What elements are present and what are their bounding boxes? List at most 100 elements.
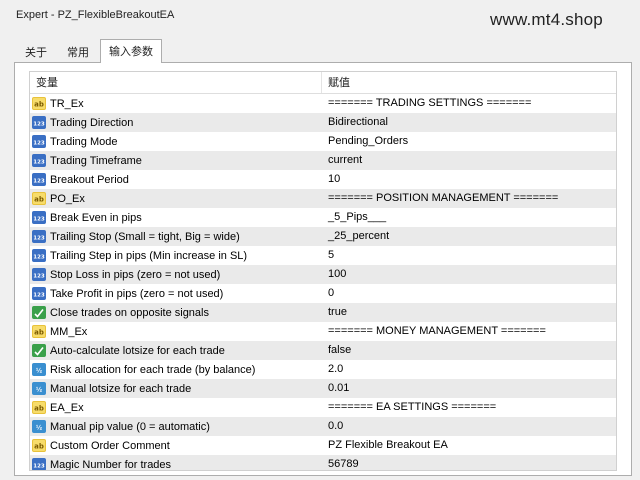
svg-text:½: ½ <box>36 368 42 375</box>
table-row[interactable]: 123 Trading Direction Bidirectional <box>30 113 616 132</box>
variable-name: PO_Ex <box>50 192 85 205</box>
value-cell[interactable]: 2.0 <box>322 360 616 379</box>
value-cell[interactable]: _25_percent <box>322 227 616 246</box>
table-row[interactable]: ½ Risk allocation for each trade (by bala… <box>30 360 616 379</box>
string-type-icon: ab <box>32 439 46 452</box>
parameters-table: 变量 赋值 ab TR_Ex ======= TRADING SETTINGS ==… <box>29 71 617 471</box>
string-type-icon: ab <box>32 401 46 414</box>
table-row[interactable]: 123 Magic Number for trades 56789 <box>30 455 616 470</box>
svg-text:½: ½ <box>36 387 42 394</box>
value-cell[interactable]: ======= POSITION MANAGEMENT ======= <box>322 189 616 208</box>
value-cell[interactable]: true <box>322 303 616 322</box>
table-row[interactable]: Auto-calculate lotsize for each trade fal… <box>30 341 616 360</box>
tab-bar: 关于 常用 输入参数 <box>16 38 164 63</box>
svg-text:123: 123 <box>33 122 45 128</box>
integer-type-icon: 123 <box>32 154 46 167</box>
variable-cell[interactable]: 123 Trading Mode <box>30 132 322 151</box>
svg-text:½: ½ <box>36 425 42 432</box>
svg-text:123: 123 <box>33 217 45 223</box>
variable-name: Breakout Period <box>50 173 129 186</box>
table-body: ab TR_Ex ======= TRADING SETTINGS ======= 1… <box>30 94 616 470</box>
variable-cell[interactable]: ab PO_Ex <box>30 189 322 208</box>
value-cell[interactable]: 0.0 <box>322 417 616 436</box>
variable-name: TR_Ex <box>50 97 84 110</box>
table-row[interactable]: ab MM_Ex ======= MONEY MANAGEMENT ======= <box>30 322 616 341</box>
table-row[interactable]: ab PO_Ex ======= POSITION MANAGEMENT =====… <box>30 189 616 208</box>
variable-cell[interactable]: 123 Magic Number for trades <box>30 455 322 470</box>
tab-common[interactable]: 常用 <box>58 42 98 62</box>
title-bar: Expert - PZ_FlexibleBreakoutEA www.mt4.s… <box>0 0 640 36</box>
integer-type-icon: 123 <box>32 211 46 224</box>
variable-cell[interactable]: ½ Manual lotsize for each trade <box>30 379 322 398</box>
integer-type-icon: 123 <box>32 116 46 129</box>
value-cell[interactable]: Pending_Orders <box>322 132 616 151</box>
table-row[interactable]: ½ Manual lotsize for each trade 0.01 <box>30 379 616 398</box>
value-cell[interactable]: 100 <box>322 265 616 284</box>
table-row[interactable]: 123 Stop Loss in pips (zero = not used) 10… <box>30 265 616 284</box>
variable-name: Auto-calculate lotsize for each trade <box>50 344 225 357</box>
integer-type-icon: 123 <box>32 268 46 281</box>
table-row[interactable]: 123 Take Profit in pips (zero = not used)… <box>30 284 616 303</box>
variable-name: Trading Mode <box>50 135 118 148</box>
value-cell[interactable]: 10 <box>322 170 616 189</box>
variable-name: EA_Ex <box>50 401 84 414</box>
table-row[interactable]: 123 Trailing Step in pips (Min increase i… <box>30 246 616 265</box>
double-type-icon: ½ <box>32 363 46 376</box>
variable-cell[interactable]: 123 Trading Direction <box>30 113 322 132</box>
value-cell[interactable]: ======= MONEY MANAGEMENT ======= <box>322 322 616 341</box>
table-row[interactable]: Close trades on opposite signals true <box>30 303 616 322</box>
tab-inputs[interactable]: 输入参数 <box>100 39 162 63</box>
variable-cell[interactable]: Auto-calculate lotsize for each trade <box>30 341 322 360</box>
variable-cell[interactable]: 123 Take Profit in pips (zero = not used) <box>30 284 322 303</box>
tab-about[interactable]: 关于 <box>16 42 56 62</box>
variable-cell[interactable]: 123 Trading Timeframe <box>30 151 322 170</box>
value-cell[interactable]: current <box>322 151 616 170</box>
table-row[interactable]: 123 Breakout Period 10 <box>30 170 616 189</box>
boolean-type-icon <box>32 344 46 357</box>
variable-name: Trading Direction <box>50 116 134 129</box>
column-header-variable[interactable]: 变量 <box>30 72 322 93</box>
column-header-value[interactable]: 赋值 <box>322 72 350 93</box>
variable-name: Manual lotsize for each trade <box>50 382 192 395</box>
table-row[interactable]: 123 Break Even in pips _5_Pips___ <box>30 208 616 227</box>
double-type-icon: ½ <box>32 382 46 395</box>
value-cell[interactable]: 5 <box>322 246 616 265</box>
variable-cell[interactable]: ab EA_Ex <box>30 398 322 417</box>
boolean-type-icon <box>32 306 46 319</box>
table-row[interactable]: ab TR_Ex ======= TRADING SETTINGS ======= <box>30 94 616 113</box>
value-cell[interactable]: PZ Flexible Breakout EA <box>322 436 616 455</box>
variable-name: Trading Timeframe <box>50 154 142 167</box>
table-row[interactable]: 123 Trailing Stop (Small = tight, Big = w… <box>30 227 616 246</box>
value-cell[interactable]: ======= TRADING SETTINGS ======= <box>322 94 616 113</box>
integer-type-icon: 123 <box>32 287 46 300</box>
value-cell[interactable]: 56789 <box>322 455 616 470</box>
variable-cell[interactable]: ½ Risk allocation for each trade (by bala… <box>30 360 322 379</box>
table-row[interactable]: ab EA_Ex ======= EA SETTINGS ======= <box>30 398 616 417</box>
variable-cell[interactable]: ab MM_Ex <box>30 322 322 341</box>
value-cell[interactable]: Bidirectional <box>322 113 616 132</box>
value-cell[interactable]: false <box>322 341 616 360</box>
variable-cell[interactable]: ½ Manual pip value (0 = automatic) <box>30 417 322 436</box>
variable-cell[interactable]: 123 Breakout Period <box>30 170 322 189</box>
variable-name: Custom Order Comment <box>50 439 170 452</box>
variable-cell[interactable]: ab TR_Ex <box>30 94 322 113</box>
variable-cell[interactable]: 123 Trailing Stop (Small = tight, Big = w… <box>30 227 322 246</box>
table-row[interactable]: 123 Trading Mode Pending_Orders <box>30 132 616 151</box>
variable-cell[interactable]: Close trades on opposite signals <box>30 303 322 322</box>
table-row[interactable]: ½ Manual pip value (0 = automatic) 0.0 <box>30 417 616 436</box>
value-cell[interactable]: _5_Pips___ <box>322 208 616 227</box>
value-cell[interactable]: 0.01 <box>322 379 616 398</box>
svg-text:123: 123 <box>33 293 45 299</box>
value-cell[interactable]: 0 <box>322 284 616 303</box>
table-row[interactable]: ab Custom Order Comment PZ Flexible Breako… <box>30 436 616 455</box>
table-row[interactable]: 123 Trading Timeframe current <box>30 151 616 170</box>
variable-cell[interactable]: 123 Trailing Step in pips (Min increase i… <box>30 246 322 265</box>
value-cell[interactable]: ======= EA SETTINGS ======= <box>322 398 616 417</box>
svg-text:123: 123 <box>33 274 45 280</box>
variable-cell[interactable]: 123 Stop Loss in pips (zero = not used) <box>30 265 322 284</box>
string-type-icon: ab <box>32 192 46 205</box>
variable-cell[interactable]: ab Custom Order Comment <box>30 436 322 455</box>
variable-cell[interactable]: 123 Break Even in pips <box>30 208 322 227</box>
svg-text:123: 123 <box>33 160 45 166</box>
variable-name: Manual pip value (0 = automatic) <box>50 420 210 433</box>
